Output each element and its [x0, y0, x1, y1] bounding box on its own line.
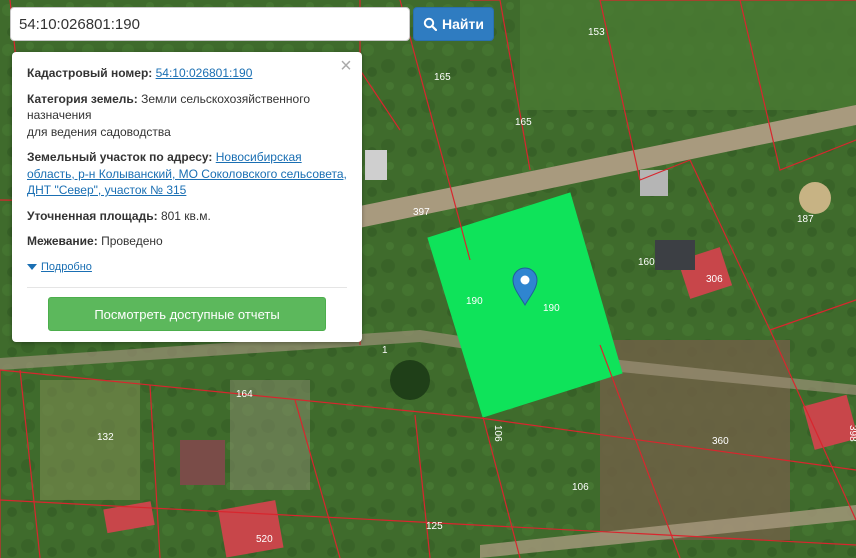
survey-label: Межевание: — [27, 234, 98, 248]
parcel-label-360[interactable]: 360 — [712, 436, 729, 447]
parcel-label-520[interactable]: 520 — [256, 534, 273, 545]
land-category-value-line2: назначения — [27, 108, 92, 122]
parcel-label-306[interactable]: 306 — [706, 274, 723, 285]
area-label: Уточненная площадь: — [27, 208, 158, 223]
parcel-label-165-mid[interactable]: 165 — [515, 117, 532, 128]
address-row: Земельный участок по адресу: Новосибирск… — [27, 149, 347, 199]
parcel-label-125[interactable]: 125 — [426, 521, 443, 532]
address-label: Земельный участок по адресу: — [27, 150, 213, 164]
popup-divider — [27, 287, 347, 288]
building-dark-160 — [655, 240, 695, 270]
parcel-label-106-vertical[interactable]: 106 — [492, 425, 503, 442]
search-icon — [423, 17, 438, 31]
parcel-label-187[interactable]: 187 — [797, 214, 814, 225]
close-icon[interactable]: × — [338, 56, 354, 76]
parcel-label-164[interactable]: 164 — [236, 389, 253, 400]
land-category-row: Категория земель: Земли сельскохозяйстве… — [27, 91, 347, 141]
parcel-label-190-right[interactable]: 190 — [543, 303, 560, 314]
survey-row: Межевание: Проведено — [27, 233, 347, 250]
land-category-label: Категория земель: — [27, 91, 138, 106]
parcel-label-160[interactable]: 160 — [638, 257, 655, 268]
tree-dark — [390, 360, 430, 400]
parcel-label-132[interactable]: 132 — [97, 432, 114, 443]
parcel-info-popup: × Кадастровый номер: 54:10:026801:190 Ка… — [12, 52, 362, 342]
parcel-label-153[interactable]: 153 — [588, 27, 605, 38]
cadastral-number-label: Кадастровый номер: — [27, 66, 153, 80]
view-reports-button[interactable]: Посмотреть доступные отчеты — [48, 297, 326, 331]
parcel-label-106[interactable]: 106 — [572, 482, 589, 493]
yard-bottom-left — [40, 380, 140, 500]
land-category-value: Земли сельскохозяйственного — [141, 91, 311, 106]
search-button-label: Найти — [442, 16, 484, 32]
details-toggle[interactable]: Подробно — [27, 259, 347, 276]
parcel-label-190-left[interactable]: 190 — [466, 296, 483, 307]
cadastral-number-link[interactable]: 54:10:026801:190 — [156, 66, 253, 80]
land-use-value: для ведения садоводства — [27, 124, 171, 139]
caret-down-icon — [27, 263, 37, 270]
cadastral-number-row: Кадастровый номер: 54:10:026801:190 — [27, 65, 347, 82]
search-button[interactable]: Найти — [413, 7, 494, 41]
survey-value: Проведено — [101, 234, 163, 248]
parcel-label-398[interactable]: 398 — [847, 425, 856, 442]
building-roof-520 — [218, 500, 284, 558]
parcel-label-165-top[interactable]: 165 — [434, 72, 451, 83]
building-dark-164 — [180, 440, 225, 485]
cadastral-search-input[interactable] — [10, 7, 410, 41]
parcel-label-1[interactable]: 1 — [382, 345, 388, 356]
parcel-label-397[interactable]: 397 — [413, 207, 430, 218]
round-pool-187 — [799, 182, 831, 214]
building-gray-165 — [365, 150, 387, 180]
area-row: Уточненная площадь: 801 кв.м. — [27, 208, 347, 225]
area-value: 801 кв.м. — [160, 208, 211, 223]
details-link[interactable]: Подробно — [41, 259, 92, 276]
field-top-right — [520, 0, 856, 110]
